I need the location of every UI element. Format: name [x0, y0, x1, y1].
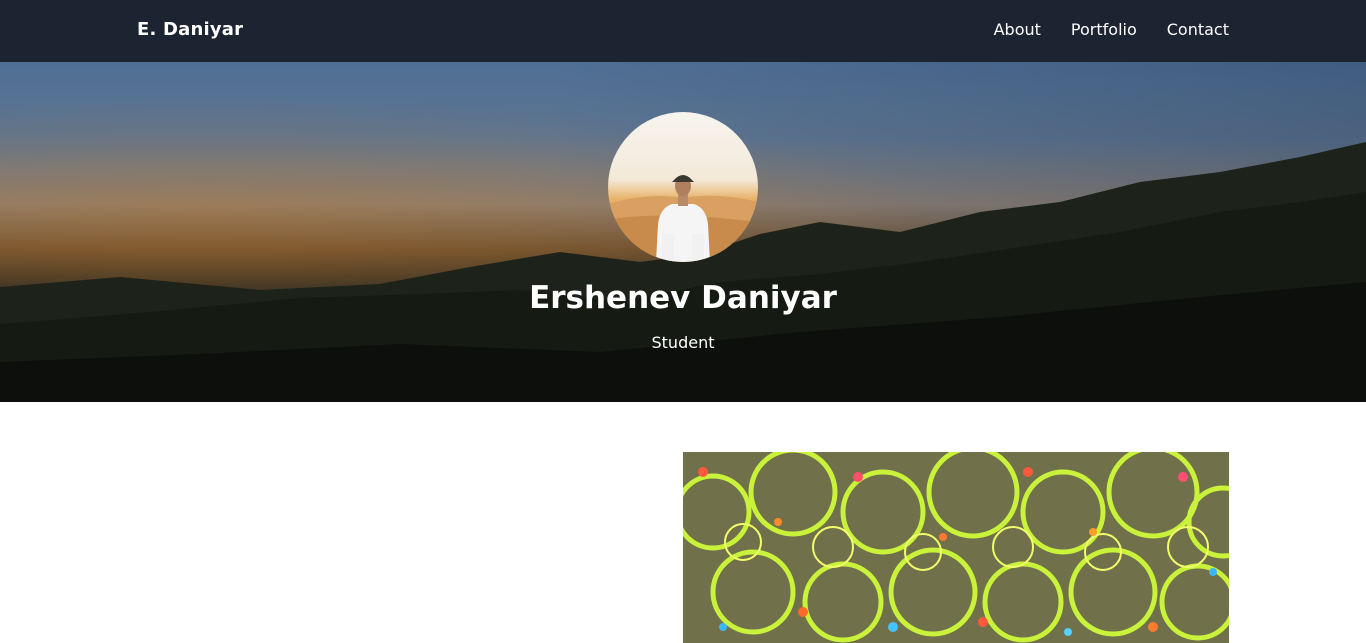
- avatar: [608, 112, 758, 262]
- navbar: E. Daniyar About Portfolio Contact: [0, 0, 1366, 62]
- profile-photo: [608, 175, 758, 262]
- hero-banner: Ershenev Daniyar Student: [0, 62, 1366, 402]
- person-name: Ershenev Daniyar: [529, 280, 837, 316]
- nav-link-portfolio[interactable]: Portfolio: [1071, 20, 1137, 39]
- kaleidoscope-painting: [683, 452, 1229, 643]
- nav-links: About Portfolio Contact: [994, 20, 1229, 39]
- nav-link-about[interactable]: About: [994, 20, 1041, 39]
- person-role: Student: [651, 333, 715, 352]
- artwork-image: [683, 452, 1229, 643]
- nav-link-contact[interactable]: Contact: [1167, 20, 1229, 39]
- brand-link[interactable]: E. Daniyar: [137, 19, 243, 40]
